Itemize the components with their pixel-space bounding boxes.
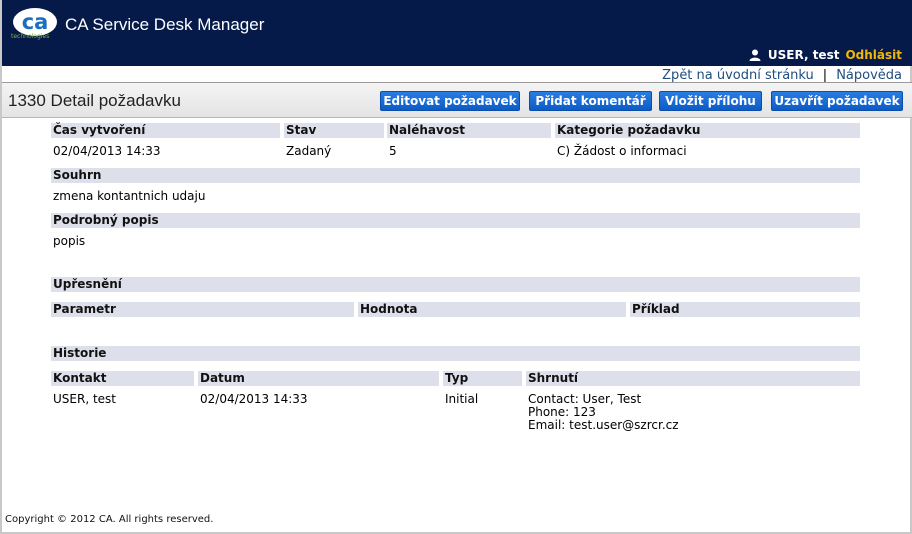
- app-header: ca technologies CA Service Desk Manager …: [2, 0, 912, 66]
- header-urgency: Naléhavost: [387, 123, 551, 138]
- spec-column-parameter: Parametr: [51, 302, 354, 317]
- history-type-value: Initial: [445, 392, 479, 406]
- header-status: Stav: [284, 123, 384, 138]
- logo-tagline: technologies: [11, 33, 50, 40]
- spec-column-value: Hodnota: [358, 302, 626, 317]
- history-column-type: Typ: [443, 371, 522, 386]
- summary-value: zmena kontantnich udaju: [53, 189, 206, 203]
- spec-column-example: Příklad: [630, 302, 860, 317]
- attach-file-button[interactable]: Vložit přílohu: [659, 91, 762, 111]
- history-column-date: Datum: [198, 371, 439, 386]
- top-links: Zpět na úvodní stránku | Nápověda: [662, 67, 902, 83]
- urgency-value: 5: [389, 144, 397, 158]
- description-header: Podrobný popis: [51, 213, 860, 228]
- history-contact-value: USER, test: [53, 392, 116, 406]
- user-box: USER, test Odhlásit: [749, 48, 902, 62]
- user-name: USER, test: [767, 48, 840, 62]
- link-separator: |: [822, 67, 828, 83]
- title-bar: 1330 Detail požadavku Editovat požadavek…: [2, 82, 912, 118]
- history-summary-line: Email: test.user@szrcr.cz: [528, 418, 679, 432]
- logout-link[interactable]: Odhlásit: [845, 48, 902, 62]
- specification-header: Upřesnění: [51, 277, 860, 292]
- history-header: Historie: [51, 346, 860, 361]
- page-title: 1330 Detail požadavku: [8, 91, 181, 110]
- header-created-time: Čas vytvoření: [51, 123, 280, 138]
- header-category: Kategorie požadavku: [555, 123, 860, 138]
- status-value: Zadaný: [286, 144, 332, 158]
- history-date-value: 02/04/2013 14:33: [200, 392, 308, 406]
- description-value: popis: [53, 234, 86, 248]
- category-value: C) Žádost o informaci: [557, 144, 687, 158]
- history-column-contact: Kontakt: [51, 371, 194, 386]
- app-title: CA Service Desk Manager: [65, 15, 265, 34]
- copyright-footer: Copyright © 2012 CA. All rights reserved…: [5, 514, 214, 525]
- created-time-value: 02/04/2013 14:33: [53, 144, 161, 158]
- add-comment-button[interactable]: Přidat komentář: [529, 91, 652, 111]
- history-column-summary: Shrnutí: [526, 371, 860, 386]
- close-request-button[interactable]: Uzavřít požadavek: [771, 91, 903, 111]
- summary-header: Souhrn: [51, 168, 860, 183]
- back-home-link[interactable]: Zpět na úvodní stránku: [662, 68, 814, 83]
- help-link[interactable]: Nápověda: [836, 68, 902, 83]
- user-icon: [749, 49, 761, 61]
- edit-request-button[interactable]: Editovat požadavek: [380, 91, 520, 111]
- svg-text:ca: ca: [22, 10, 49, 34]
